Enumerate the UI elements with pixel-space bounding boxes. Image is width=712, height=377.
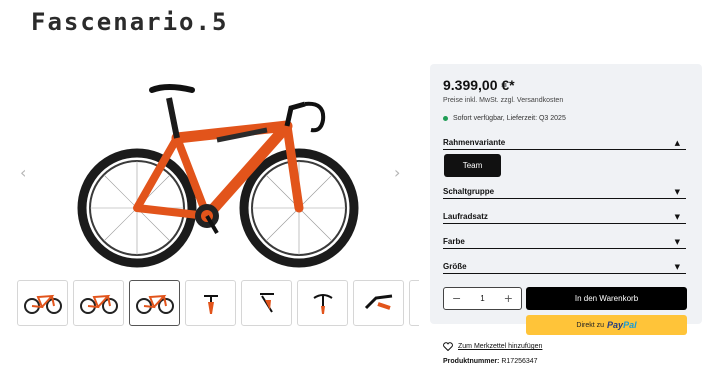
thumbnail-front[interactable] bbox=[185, 280, 236, 326]
chevron-down-icon: ▼ bbox=[674, 238, 680, 246]
product-price: 9.399,00 €* bbox=[443, 77, 515, 93]
chevron-up-icon: ▲ bbox=[674, 139, 680, 147]
availability-status: Sofort verfügbar, Lieferzeit: Q3 2025 bbox=[443, 115, 566, 122]
option-color[interactable]: Farbe ▼ bbox=[443, 237, 686, 249]
product-gallery: ‹ › bbox=[12, 60, 420, 330]
bike-front-thumb-icon bbox=[203, 295, 218, 314]
chevron-right-icon[interactable]: › bbox=[394, 163, 400, 182]
chevron-down-icon: ▼ bbox=[674, 213, 680, 221]
bike-thumb-icon bbox=[23, 294, 62, 314]
availability-dot-icon bbox=[443, 116, 448, 121]
decrement-button[interactable]: − bbox=[452, 292, 461, 305]
add-to-cart-button[interactable]: In den Warenkorb bbox=[526, 287, 687, 310]
availability-text: Sofort verfügbar, Lieferzeit: Q3 2025 bbox=[453, 115, 566, 122]
paypal-logo: PayPal bbox=[607, 320, 637, 330]
chevron-down-icon: ▼ bbox=[674, 188, 680, 196]
drivetrain-thumb-icon bbox=[364, 294, 392, 310]
option-wheelset[interactable]: Laufradsatz ▼ bbox=[443, 212, 686, 224]
chevron-left-icon[interactable]: ‹ bbox=[20, 163, 26, 182]
bike-thumb-icon bbox=[135, 294, 174, 314]
bike-thumb-icon bbox=[79, 294, 118, 314]
quantity-value[interactable]: 1 bbox=[480, 294, 484, 303]
quantity-stepper[interactable]: − 1 + bbox=[443, 287, 522, 310]
thumbnail-detail[interactable] bbox=[409, 280, 419, 326]
product-title: Fascenario.5 bbox=[31, 8, 229, 36]
thumbnail-side-3[interactable] bbox=[129, 280, 180, 326]
thumbnail-rear[interactable] bbox=[241, 280, 292, 326]
thumbnail-strip bbox=[17, 280, 419, 328]
heart-icon bbox=[443, 342, 453, 351]
option-size[interactable]: Größe ▼ bbox=[443, 262, 686, 274]
option-groupset[interactable]: Schaltgruppe ▼ bbox=[443, 187, 686, 199]
bike-main-image bbox=[77, 84, 359, 268]
product-number: Produktnummer: R17256347 bbox=[443, 358, 538, 365]
frame-option-team[interactable]: Team bbox=[444, 154, 501, 177]
bike-rear-thumb-icon bbox=[259, 293, 274, 313]
wishlist-link[interactable]: Zum Merkzettel hinzufügen bbox=[443, 342, 542, 351]
thumbnail-side-1[interactable] bbox=[17, 280, 68, 326]
increment-button[interactable]: + bbox=[504, 292, 513, 305]
thumbnail-side-2[interactable] bbox=[73, 280, 124, 326]
option-frame-variant[interactable]: Rahmenvariante ▲ bbox=[443, 138, 686, 150]
thumbnail-drivetrain[interactable] bbox=[353, 280, 404, 326]
chevron-down-icon: ▼ bbox=[674, 263, 680, 271]
handlebar-thumb-icon bbox=[312, 294, 333, 314]
tax-note: Preise inkl. MwSt. zzgl. Versandkosten bbox=[443, 97, 564, 104]
thumbnail-handlebar[interactable] bbox=[297, 280, 348, 326]
paypal-express-button[interactable]: Direkt zu PayPal bbox=[526, 315, 687, 335]
